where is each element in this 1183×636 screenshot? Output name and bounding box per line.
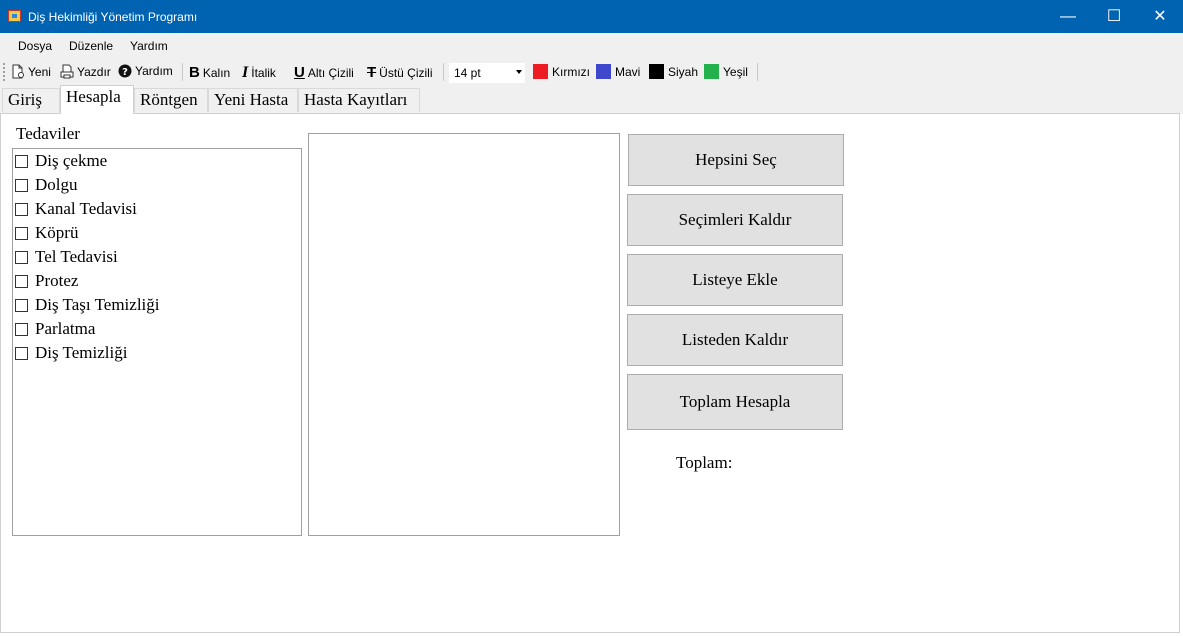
window-title: Diş Hekimliği Yönetim Programı	[28, 10, 198, 24]
bold-button[interactable]: B Kalın	[189, 64, 230, 81]
red-swatch-icon	[533, 64, 548, 79]
treatment-item[interactable]: Tel Tedavisi	[15, 246, 118, 268]
checkbox[interactable]	[15, 226, 28, 240]
strikethrough-icon: T	[367, 64, 377, 81]
checkbox[interactable]	[15, 202, 28, 216]
help-button[interactable]: ? Yardım	[118, 64, 173, 78]
tab-yeni-hasta[interactable]: Yeni Hasta	[208, 88, 298, 112]
total-label: Toplam:	[676, 453, 733, 472]
new-button[interactable]: Yeni	[11, 64, 51, 79]
add-to-list-button[interactable]: Listeye Ekle	[627, 254, 843, 306]
tab-hasta-kayitlari[interactable]: Hasta Kayıtları	[298, 88, 420, 112]
checkbox[interactable]	[15, 250, 28, 264]
tab-giris[interactable]: Giriş	[2, 88, 60, 112]
chevron-down-icon	[516, 70, 522, 74]
calculate-total-button[interactable]: Toplam Hesapla	[627, 374, 843, 430]
help-icon: ?	[118, 64, 132, 78]
tab-rontgen[interactable]: Röntgen	[134, 88, 208, 112]
underline-button[interactable]: U Altı Çizili	[294, 64, 354, 81]
toolbar-separator	[757, 63, 758, 81]
svg-text:?: ?	[122, 67, 128, 78]
checkbox[interactable]	[15, 274, 28, 288]
italic-button[interactable]: I İtalik	[242, 64, 276, 82]
minimize-button[interactable]: —	[1045, 0, 1091, 33]
minimize-icon: —	[1060, 8, 1076, 25]
checkbox[interactable]	[15, 298, 28, 312]
close-button[interactable]: ✕	[1137, 0, 1183, 33]
checkbox[interactable]	[15, 154, 28, 168]
menu-yardim[interactable]: Yardım	[130, 39, 168, 53]
treatment-item[interactable]: Protez	[15, 270, 78, 292]
treatments-checklist[interactable]: Diş çekme Dolgu Kanal Tedavisi Köprü Tel…	[12, 148, 302, 536]
green-swatch-icon	[704, 64, 719, 79]
color-green-button[interactable]: Yeşil	[704, 64, 748, 79]
treatment-item[interactable]: Diş Taşı Temizliği	[15, 294, 160, 316]
color-red-button[interactable]: Kırmızı	[533, 64, 590, 79]
menu-bar: Dosya Düzenle Yardım	[0, 33, 1183, 59]
treatments-label: Tedaviler	[16, 124, 80, 143]
menu-duzenle[interactable]: Düzenle	[69, 39, 113, 53]
close-icon: ✕	[1153, 8, 1167, 25]
toolbar-separator	[182, 63, 183, 81]
underline-icon: U	[294, 64, 305, 81]
color-black-button[interactable]: Siyah	[649, 64, 698, 79]
maximize-button[interactable]: ☐	[1091, 0, 1137, 33]
font-size-select[interactable]: 14 pt	[448, 62, 526, 84]
italic-icon: I	[242, 64, 249, 81]
treatment-item[interactable]: Diş çekme	[15, 150, 107, 172]
selected-treatments-listbox[interactable]	[308, 133, 620, 536]
checkbox[interactable]	[15, 322, 28, 336]
new-document-icon	[12, 64, 24, 79]
select-all-button[interactable]: Hepsini Seç	[628, 134, 844, 186]
checkbox[interactable]	[15, 178, 28, 192]
print-icon	[60, 64, 74, 79]
black-swatch-icon	[649, 64, 664, 79]
treatment-item[interactable]: Parlatma	[15, 318, 95, 340]
app-icon	[8, 10, 21, 22]
strikethrough-button[interactable]: T Üstü Çizili	[367, 64, 433, 81]
color-blue-button[interactable]: Mavi	[596, 64, 640, 79]
treatment-item[interactable]: Diş Temizliği	[15, 342, 127, 364]
treatment-item[interactable]: Köprü	[15, 222, 78, 244]
treatment-item[interactable]: Dolgu	[15, 174, 78, 196]
bold-icon: B	[189, 64, 200, 81]
maximize-icon: ☐	[1106, 8, 1122, 25]
checkbox[interactable]	[15, 346, 28, 360]
menu-dosya[interactable]: Dosya	[18, 39, 52, 53]
title-bar: Diş Hekimliği Yönetim Programı — ☐ ✕	[0, 0, 1183, 33]
remove-from-list-button[interactable]: Listeden Kaldır	[627, 314, 843, 366]
toolbar: Yeni Yazdır ? Yardım B Kalın I İtalik U …	[0, 59, 1183, 85]
tab-hesapla[interactable]: Hesapla	[60, 85, 134, 114]
toolbar-separator	[443, 63, 444, 81]
clear-selection-button[interactable]: Seçimleri Kaldır	[627, 194, 843, 246]
toolbar-grip[interactable]	[3, 63, 7, 81]
print-button[interactable]: Yazdır	[60, 64, 111, 79]
blue-swatch-icon	[596, 64, 611, 79]
treatment-item[interactable]: Kanal Tedavisi	[15, 198, 137, 220]
